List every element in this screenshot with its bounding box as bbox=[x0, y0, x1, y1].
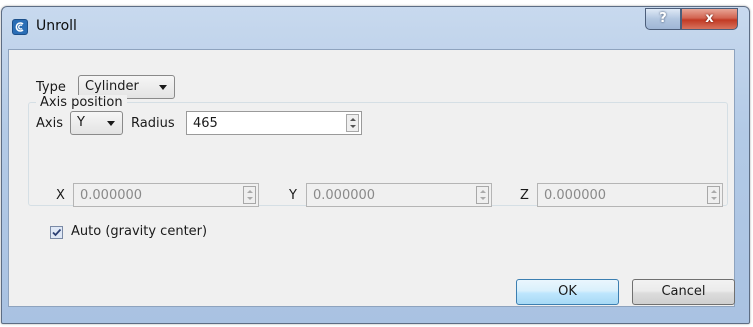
close-button[interactable]: x bbox=[681, 8, 738, 30]
z-label: Z bbox=[520, 188, 529, 203]
arrow-down-icon bbox=[247, 197, 253, 200]
chevron-down-icon bbox=[159, 85, 167, 90]
type-label: Type bbox=[36, 80, 66, 95]
help-icon: ? bbox=[659, 11, 667, 26]
auto-gravity-center-checkbox[interactable] bbox=[50, 226, 63, 239]
z-stepper[interactable] bbox=[707, 186, 720, 204]
arrow-up-icon bbox=[711, 190, 717, 193]
axis-position-title: Axis position bbox=[36, 95, 127, 110]
cancel-button[interactable]: Cancel bbox=[632, 279, 735, 305]
y-stepper[interactable] bbox=[476, 186, 489, 204]
auto-gravity-center-label[interactable]: Auto (gravity center) bbox=[71, 224, 207, 239]
close-icon: x bbox=[705, 11, 714, 26]
title-bar[interactable]: Unroll ? x bbox=[2, 7, 749, 47]
arrow-down-icon bbox=[711, 197, 717, 200]
x-stepper[interactable] bbox=[243, 186, 256, 204]
help-button[interactable]: ? bbox=[645, 8, 681, 30]
z-spinbox[interactable]: 0.000000 bbox=[537, 183, 723, 207]
arrow-down-icon bbox=[480, 197, 486, 200]
app-icon bbox=[12, 19, 28, 35]
y-label: Y bbox=[289, 188, 297, 203]
y-spinbox[interactable]: 0.000000 bbox=[306, 183, 492, 207]
x-label: X bbox=[56, 188, 65, 203]
ok-button[interactable]: OK bbox=[516, 279, 619, 305]
window-title: Unroll bbox=[36, 18, 77, 34]
y-value: 0.000000 bbox=[313, 188, 376, 203]
checkmark-icon bbox=[52, 228, 62, 237]
z-value: 0.000000 bbox=[544, 188, 607, 203]
arrow-up-icon bbox=[247, 190, 253, 193]
arrow-up-icon bbox=[480, 190, 486, 193]
x-value: 0.000000 bbox=[80, 188, 143, 203]
x-spinbox[interactable]: 0.000000 bbox=[73, 183, 259, 207]
type-select-value: Cylinder bbox=[85, 79, 139, 94]
